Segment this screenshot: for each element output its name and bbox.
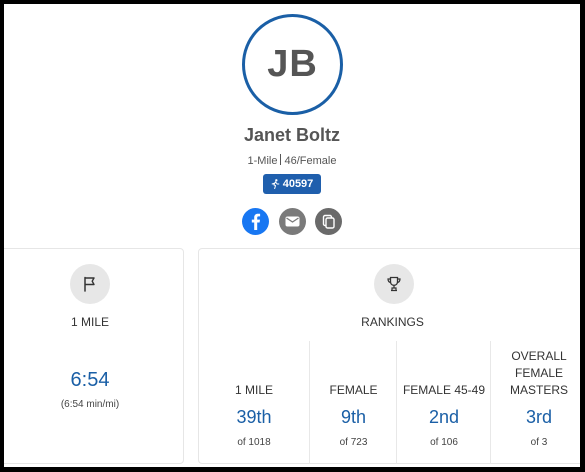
rank-overall: 1 MILE 39th of 1018	[199, 341, 309, 464]
rank-total: of 723	[339, 437, 368, 448]
pace: (6:54 min/mi)	[60, 399, 120, 410]
age-gender: 46/Female	[284, 155, 337, 167]
rank-value: 2nd	[428, 407, 460, 427]
result-card: 1 MILE 6:54 (6:54 min/mi)	[4, 248, 184, 464]
avatar-initials: JB	[267, 43, 318, 85]
flag-icon	[70, 264, 110, 304]
rank-total: of 106	[430, 437, 458, 448]
rank-label: OVERALL FEMALE MASTERS	[509, 349, 568, 397]
rank-value: 9th	[340, 407, 367, 427]
rank-label: FEMALE 45-49	[402, 383, 486, 397]
event-name: 1-Mile	[247, 155, 278, 167]
copy-link-button[interactable]	[315, 208, 342, 235]
rank-total: of 3	[530, 437, 548, 448]
rank-gender: FEMALE 9th of 723	[309, 341, 397, 464]
rank-value: 3rd	[525, 407, 552, 427]
finish-time: 6:54	[70, 369, 110, 391]
rank-label: FEMALE	[329, 383, 378, 397]
runner-icon	[271, 179, 280, 189]
bib-number: 40597	[282, 178, 314, 190]
athlete-name: Janet Boltz	[243, 125, 340, 145]
facebook-icon	[251, 213, 261, 230]
rank-masters: OVERALL FEMALE MASTERS 3rd of 3	[490, 341, 580, 464]
avatar: JB	[242, 14, 343, 115]
athlete-result-page: JB Janet Boltz 1-Mile 46/Female 40597 1 …	[4, 4, 580, 467]
copy-icon	[322, 214, 335, 229]
athlete-meta: 1-Mile 46/Female	[4, 154, 580, 167]
rankings-title: RANKINGS	[361, 315, 424, 329]
mail-icon	[285, 216, 300, 227]
facebook-share-button[interactable]	[242, 208, 269, 235]
rank-age-group: FEMALE 45-49 2nd of 106	[396, 341, 491, 464]
rank-label: 1 MILE	[234, 383, 273, 397]
result-title: 1 MILE	[70, 315, 109, 329]
trophy-icon	[374, 264, 414, 304]
rankings-card: RANKINGS 1 MILE 39th of 1018 FEMALE 9th …	[198, 248, 580, 464]
email-share-button[interactable]	[279, 208, 306, 235]
meta-divider	[280, 154, 282, 165]
rank-total: of 1018	[237, 437, 271, 448]
bib-badge: 40597	[263, 174, 321, 194]
rank-value: 39th	[236, 407, 272, 427]
